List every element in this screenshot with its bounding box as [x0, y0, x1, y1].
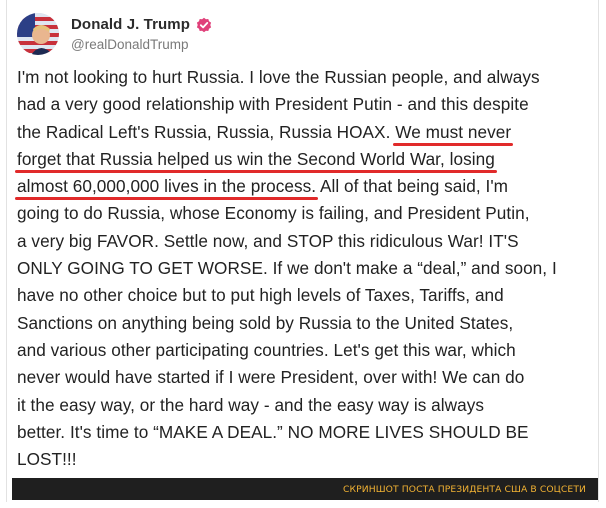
post-text-line: going to do Russia, whose Economy is fai…	[17, 200, 597, 227]
post-text-line: better. It's time to “MAKE A DEAL.” NO M…	[17, 419, 597, 446]
verified-badge-icon	[196, 17, 212, 33]
post-text-segment: the Radical Left's Russia, Russia, Russi…	[17, 121, 396, 142]
post-text-line: and various other participating countrie…	[17, 337, 597, 364]
post-text-segment: have no other choice but to put high lev…	[17, 285, 504, 306]
display-name[interactable]: Donald J. Trump	[71, 16, 190, 33]
post-text-segment: Sanctions on anything being sold by Russ…	[17, 312, 514, 333]
post-text-segment: better. It's time to “MAKE A DEAL.” NO M…	[17, 421, 529, 442]
post-text-segment: LOST!!!	[17, 449, 77, 470]
post-text-line: almost 60,000,000 lives in the process. …	[17, 173, 597, 200]
author-block: Donald J. Trump @realDonaldTrump	[71, 16, 212, 52]
highlighted-text: We must never	[395, 121, 512, 142]
post-card: Donald J. Trump @realDonaldTrump I'm not…	[6, 0, 599, 502]
post-text-segment: All of that being said, I'm	[316, 176, 509, 197]
caption-bar: СКРИНШОТ ПОСТА ПРЕЗИДЕНТА США В СОЦСЕТИ	[12, 478, 598, 500]
post-text-segment: a very big FAVOR. Settle now, and STOP t…	[17, 230, 519, 251]
post-text: I'm not looking to hurt Russia. I love t…	[17, 64, 597, 473]
highlighted-text: almost 60,000,000 lives in the process.	[17, 176, 317, 197]
post-text-line: the Radical Left's Russia, Russia, Russi…	[17, 119, 597, 146]
post-text-line: ONLY GOING TO GET WORSE. If we don't mak…	[17, 255, 597, 282]
post-text-line: have no other choice but to put high lev…	[17, 282, 597, 309]
post-text-line: forget that Russia helped us win the Sec…	[17, 146, 597, 173]
post-text-line: a very big FAVOR. Settle now, and STOP t…	[17, 228, 597, 255]
post-text-line: LOST!!!	[17, 446, 597, 473]
post-text-segment: it the easy way, or the hard way - and t…	[17, 394, 485, 415]
caption-text: СКРИНШОТ ПОСТА ПРЕЗИДЕНТА США В СОЦСЕТИ	[343, 483, 586, 495]
post-header: Donald J. Trump @realDonaldTrump	[17, 10, 212, 58]
post-text-segment: ONLY GOING TO GET WORSE. If we don't mak…	[17, 258, 557, 279]
post-text-line: Sanctions on anything being sold by Russ…	[17, 310, 597, 337]
post-text-segment: and various other participating countrie…	[17, 339, 516, 360]
post-text-segment: I'm not looking to hurt Russia. I love t…	[17, 67, 540, 87]
post-text-segment: never would have started if I were Presi…	[17, 367, 525, 388]
avatar[interactable]	[17, 13, 59, 55]
avatar-flag-icon	[17, 13, 59, 55]
post-text-segment: going to do Russia, whose Economy is fai…	[17, 203, 530, 224]
post-text-line: had a very good relationship with Presid…	[17, 91, 597, 118]
post-text-segment: had a very good relationship with Presid…	[17, 94, 529, 115]
author-handle[interactable]: @realDonaldTrump	[71, 37, 212, 52]
post-text-line: it the easy way, or the hard way - and t…	[17, 392, 597, 419]
post-text-line: never would have started if I were Presi…	[17, 364, 597, 391]
post-text-line: I'm not looking to hurt Russia. I love t…	[17, 64, 597, 91]
highlighted-text: forget that Russia helped us win the Sec…	[17, 148, 495, 169]
